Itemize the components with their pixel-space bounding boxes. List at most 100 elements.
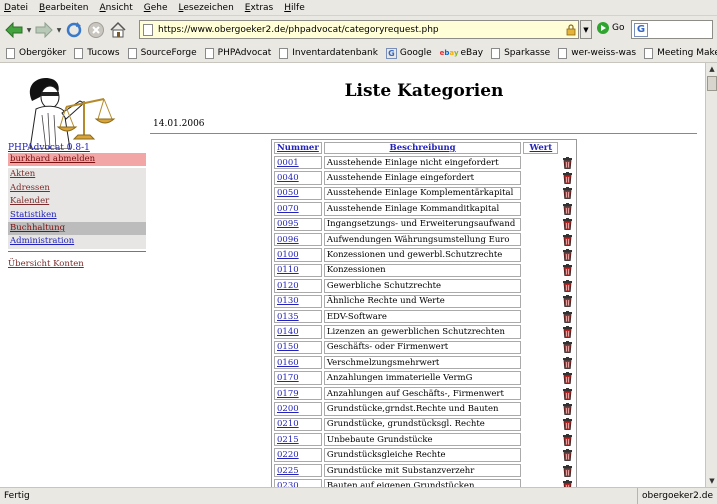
- sidebar-item-label[interactable]: Kalender: [10, 196, 49, 206]
- bookmark-phpadvocat[interactable]: PHPAdvocat: [204, 47, 271, 59]
- category-number-link[interactable]: 0225: [277, 466, 299, 476]
- delete-button[interactable]: [560, 448, 574, 461]
- category-number-link[interactable]: 0150: [277, 342, 299, 352]
- reload-button[interactable]: [63, 19, 85, 41]
- sidebar-item-statistiken[interactable]: Statistiken: [8, 208, 146, 222]
- sidebar-item-kalender[interactable]: Kalender: [8, 195, 146, 209]
- search-input[interactable]: G: [631, 20, 713, 39]
- category-number-link[interactable]: 0100: [277, 250, 299, 260]
- back-button[interactable]: [3, 19, 25, 41]
- sidebar-item-label[interactable]: Administration: [10, 236, 74, 246]
- sidebar-item-label[interactable]: Adressen: [10, 183, 50, 193]
- menu-datei[interactable]: Datei: [4, 3, 28, 13]
- sidebar-item-administration[interactable]: Administration: [8, 235, 146, 249]
- category-number-link[interactable]: 0120: [277, 281, 299, 291]
- delete-button[interactable]: [560, 356, 574, 369]
- category-number-link[interactable]: 0050: [277, 188, 299, 198]
- delete-button[interactable]: [560, 479, 574, 487]
- category-number-link[interactable]: 0040: [277, 173, 299, 183]
- delete-button[interactable]: [560, 433, 574, 446]
- sidebar-item-label[interactable]: Akten: [10, 169, 35, 179]
- bookmark-wer-weiss-was[interactable]: wer-weiss-was: [558, 47, 636, 59]
- delete-button[interactable]: [560, 310, 574, 323]
- delete-button[interactable]: [560, 418, 574, 431]
- google-search-icon[interactable]: G: [634, 22, 648, 37]
- bookmark-ebay[interactable]: ebay eBay: [440, 48, 483, 58]
- scroll-up-icon[interactable]: ▲: [706, 63, 717, 75]
- url-history-dropdown[interactable]: ▼: [580, 20, 592, 39]
- forward-history-dropdown[interactable]: ▼: [55, 27, 63, 34]
- bookmark-meeting-maker[interactable]: Meeting Maker: [644, 47, 717, 59]
- content-divider: [150, 133, 697, 134]
- sidebar-item-label[interactable]: Statistiken: [10, 210, 57, 220]
- menu-extras[interactable]: Extras: [245, 3, 273, 13]
- category-number-link[interactable]: 0110: [277, 265, 299, 275]
- scroll-thumb[interactable]: [707, 76, 717, 91]
- bookmark-obergoeker[interactable]: Obergöker: [6, 47, 66, 59]
- delete-button[interactable]: [560, 156, 574, 169]
- delete-button[interactable]: [560, 202, 574, 215]
- delete-button[interactable]: [560, 341, 574, 354]
- delete-button[interactable]: [560, 248, 574, 261]
- delete-button[interactable]: [560, 218, 574, 231]
- sidebar-item-akten[interactable]: Akten: [8, 168, 146, 182]
- scroll-down-icon[interactable]: ▼: [706, 475, 717, 487]
- category-number-link[interactable]: 0220: [277, 450, 299, 460]
- category-number-link[interactable]: 0070: [277, 204, 299, 214]
- sidebar-item-adressen[interactable]: Adressen: [8, 181, 146, 196]
- lock-icon[interactable]: [566, 23, 576, 36]
- home-button[interactable]: [107, 19, 129, 41]
- menu-gehe[interactable]: Gehe: [144, 3, 168, 13]
- category-number-link[interactable]: 0215: [277, 435, 299, 445]
- delete-button[interactable]: [560, 295, 574, 308]
- delete-button[interactable]: [560, 187, 574, 200]
- category-number-link[interactable]: 0096: [277, 235, 299, 245]
- category-number-link[interactable]: 0095: [277, 219, 299, 229]
- category-number-link[interactable]: 0160: [277, 358, 299, 368]
- category-number-link[interactable]: 0170: [277, 373, 299, 383]
- bookmark-inventardatenbank[interactable]: Inventardatenbank: [279, 47, 378, 59]
- accounts-overview-link[interactable]: Übersicht Konten: [8, 259, 84, 269]
- menu-hilfe[interactable]: Hilfe: [284, 3, 305, 13]
- stop-button[interactable]: [85, 19, 107, 41]
- delete-button[interactable]: [560, 387, 574, 400]
- delete-button[interactable]: [560, 371, 574, 385]
- vertical-scrollbar[interactable]: ▲ ▼: [705, 63, 717, 487]
- logout-label[interactable]: burkhard abmelden: [10, 154, 95, 164]
- column-header-wert[interactable]: Wert: [523, 142, 559, 154]
- category-number-link[interactable]: 0135: [277, 312, 299, 322]
- category-number-link[interactable]: 0001: [277, 158, 299, 168]
- delete-button[interactable]: [560, 264, 574, 277]
- column-header-beschreibung[interactable]: Beschreibung: [323, 142, 522, 154]
- reload-icon: [66, 22, 82, 38]
- category-number-link[interactable]: 0200: [277, 404, 299, 414]
- delete-button[interactable]: [560, 171, 574, 184]
- logout-link[interactable]: burkhard abmelden: [8, 153, 146, 167]
- go-button[interactable]: Go: [597, 22, 624, 34]
- delete-button[interactable]: [560, 464, 574, 477]
- bookmark-google[interactable]: G Google: [385, 47, 432, 59]
- menu-lesezeichen[interactable]: Lesezeichen: [179, 3, 234, 13]
- category-number-cell: 0050: [274, 186, 322, 201]
- bookmark-sparkasse[interactable]: Sparkasse: [491, 47, 550, 59]
- back-history-dropdown[interactable]: ▼: [25, 27, 33, 34]
- version-link[interactable]: PHPAdvocat 0.8-1: [8, 143, 90, 153]
- delete-button[interactable]: [560, 279, 574, 292]
- delete-button[interactable]: [560, 325, 574, 338]
- delete-button[interactable]: [560, 402, 574, 415]
- category-number-link[interactable]: 0140: [277, 327, 299, 337]
- category-number-link[interactable]: 0130: [277, 296, 299, 306]
- bookmark-tucows[interactable]: Tucows: [74, 47, 120, 59]
- column-header-nummer[interactable]: Nummer: [274, 142, 322, 154]
- menu-ansicht[interactable]: Ansicht: [100, 3, 133, 13]
- sidebar-item-buchhaltung[interactable]: Buchhaltung: [8, 221, 146, 236]
- bookmark-sourceforge[interactable]: SourceForge: [127, 47, 197, 59]
- category-number-link[interactable]: 0210: [277, 419, 299, 429]
- delete-button[interactable]: [560, 233, 574, 246]
- sidebar-item-label[interactable]: Buchhaltung: [10, 223, 65, 233]
- category-number-link[interactable]: 0179: [277, 389, 299, 399]
- menu-bearbeiten[interactable]: Bearbeiten: [39, 3, 88, 13]
- forward-button[interactable]: [33, 19, 55, 41]
- url-text[interactable]: https://www.obergoeker2.de/phpadvocat/ca…: [158, 25, 566, 35]
- address-bar[interactable]: https://www.obergoeker2.de/phpadvocat/ca…: [139, 20, 579, 39]
